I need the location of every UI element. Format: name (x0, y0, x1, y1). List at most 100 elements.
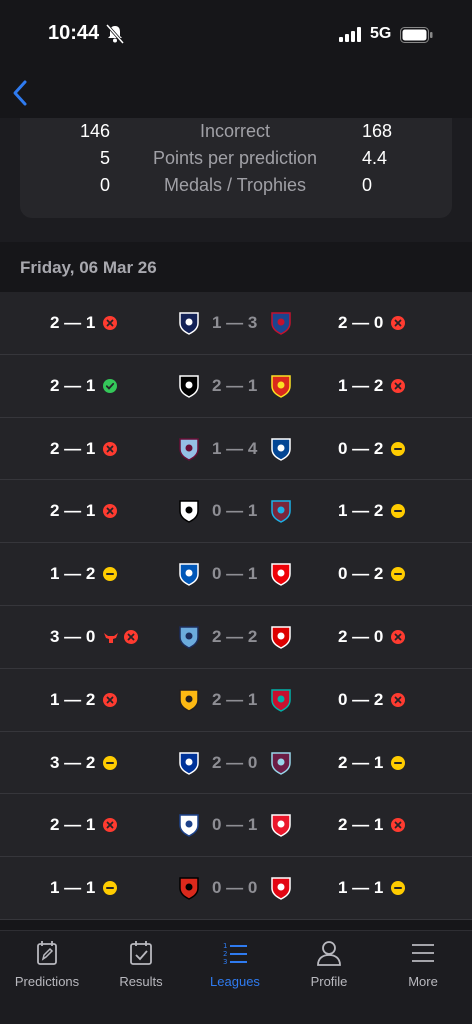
actual-score: 2 — 0 (212, 752, 258, 772)
tab-label: More (408, 974, 438, 989)
match-row[interactable]: 1 — 2 0 — 1 0 — 2 (0, 543, 472, 606)
tab-profile[interactable]: Profile (282, 931, 376, 1024)
burnley-crest (270, 751, 292, 775)
nav-bar (0, 70, 472, 118)
ranked-list-icon: 1 2 3 (223, 942, 247, 966)
network-label: 5G (370, 25, 392, 42)
aston-villa-crest (178, 437, 200, 461)
prediction-right-score: 0 — 2 (338, 438, 384, 458)
incorrect-status-icon (103, 441, 117, 456)
match-row[interactable]: 2 — 1 2 — 1 1 — 2 (0, 354, 472, 418)
date-header: Friday, 06 Mar 26 (20, 258, 157, 277)
matches-list: 2 — 1 1 — 3 2 — 0 2 — 1 2 — 1 1 — 2 2 — 1 1 — 4… (0, 292, 472, 920)
edit-doc-icon (37, 941, 57, 965)
match-row[interactable]: 2 — 1 0 — 1 2 — 1 (0, 794, 472, 858)
stat-label: Incorrect (199, 121, 271, 141)
bell-muted-icon (106, 24, 124, 44)
actual-score: 0 — 1 (212, 501, 258, 521)
stat-left-value: 5 (99, 148, 110, 168)
prediction-right-score: 1 — 2 (338, 501, 384, 521)
tab-more[interactable]: More (376, 931, 470, 1024)
back-chevron-icon[interactable] (8, 78, 34, 108)
west-ham-crest (270, 499, 292, 524)
prediction-right-score: 1 — 2 (338, 375, 384, 395)
tab-label: Profile (310, 974, 348, 989)
menu-icon (412, 944, 434, 962)
bull-icon (103, 630, 119, 644)
calendar-check-icon (130, 941, 152, 965)
actual-score: 0 — 1 (212, 815, 258, 835)
tottenham-crest (178, 311, 200, 335)
tab-label: Results (119, 974, 163, 989)
brentford-crest (270, 876, 292, 901)
fulham-crest (178, 499, 200, 524)
crystal-palace-crest (270, 311, 292, 335)
prediction-right-score: 2 — 0 (338, 626, 384, 646)
actual-score: 0 — 1 (212, 564, 258, 584)
prediction-left-score: 2 — 1 (50, 815, 96, 835)
stat-right-value: 0 (362, 175, 373, 195)
match-row[interactable]: 2 — 1 1 — 3 2 — 0 (0, 292, 472, 355)
prediction-right-score: 2 — 0 (338, 313, 384, 332)
match-row[interactable]: 3 — 2 2 — 0 2 — 1 (0, 731, 472, 795)
actual-score: 0 — 0 (212, 878, 258, 898)
match-row[interactable]: 2 — 1 0 — 1 1 — 2 (0, 480, 472, 544)
prediction-left-score: 2 — 1 (50, 438, 96, 458)
svg-text:2: 2 (223, 950, 227, 958)
match-row[interactable]: 1 — 2 2 — 1 0 — 2 (0, 668, 472, 732)
stats-panel: 146 Incorrect 168 5 Points per predictio… (0, 118, 472, 242)
newcastle-crest (178, 374, 200, 398)
partial-status-icon (103, 881, 117, 896)
person-icon (317, 941, 341, 966)
stat-right-value: 4.4 (362, 148, 388, 168)
correct-status-icon (103, 378, 117, 393)
everton-crest (178, 751, 200, 775)
liverpool-crest (270, 688, 292, 712)
incorrect-status-icon (391, 378, 405, 393)
prediction-left-score: 2 — 1 (50, 501, 96, 521)
tab-bar: Predictions Results 1 2 3 Leagues Profil… (0, 930, 472, 1024)
man-united-crest (270, 374, 292, 398)
incorrect-status-icon (103, 818, 117, 833)
prediction-left-score: 2 — 1 (50, 313, 96, 332)
sunderland-crest (270, 813, 292, 838)
stats-card: 146 Incorrect 168 5 Points per predictio… (20, 118, 452, 218)
match-row[interactable]: 2 — 1 1 — 4 0 — 2 (0, 417, 472, 481)
partial-status-icon (103, 567, 117, 582)
brighton-crest (178, 562, 200, 587)
prediction-right-score: 0 — 2 (338, 564, 384, 584)
wolves-crest (178, 688, 200, 712)
incorrect-status-icon (103, 504, 117, 519)
status-time: 10:44 (48, 22, 100, 44)
actual-score: 2 — 2 (212, 626, 258, 646)
prediction-left-score: 2 — 1 (50, 375, 96, 395)
incorrect-status-icon (103, 316, 117, 330)
stat-right-value: 168 (362, 121, 393, 141)
prediction-right-score: 2 — 1 (338, 752, 384, 772)
svg-text:1: 1 (223, 942, 227, 950)
partial-status-icon (391, 755, 405, 770)
stats-row-incorrect: 146 Incorrect 168 (20, 121, 452, 147)
prediction-right-score: 2 — 1 (338, 815, 384, 835)
prediction-left-score: 1 — 2 (50, 564, 96, 584)
stat-label: Points per prediction (152, 148, 318, 168)
stat-left-value: 146 (79, 121, 110, 141)
incorrect-status-icon (391, 316, 405, 330)
battery-icon (400, 27, 433, 43)
partial-status-icon (391, 441, 405, 456)
prediction-right-score: 0 — 2 (338, 689, 384, 709)
tab-label: Predictions (14, 974, 80, 989)
tab-predictions[interactable]: Predictions (0, 931, 94, 1024)
match-row[interactable]: 3 — 0 2 — 2 2 — 0 (0, 605, 472, 669)
incorrect-status-icon (391, 692, 405, 707)
tab-results[interactable]: Results (94, 931, 188, 1024)
incorrect-status-icon (391, 629, 405, 644)
match-row[interactable]: 1 — 1 0 — 0 1 — 1 (0, 857, 472, 920)
tab-leagues[interactable]: 1 2 3 Leagues (188, 931, 282, 1024)
stat-label: Medals / Trophies (163, 175, 307, 195)
bournemouth-crest (178, 876, 200, 901)
prediction-left-score: 1 — 1 (50, 878, 96, 898)
prediction-left-score: 3 — 0 (50, 626, 96, 646)
signal-icon (339, 27, 361, 42)
actual-score: 1 — 4 (212, 438, 258, 458)
